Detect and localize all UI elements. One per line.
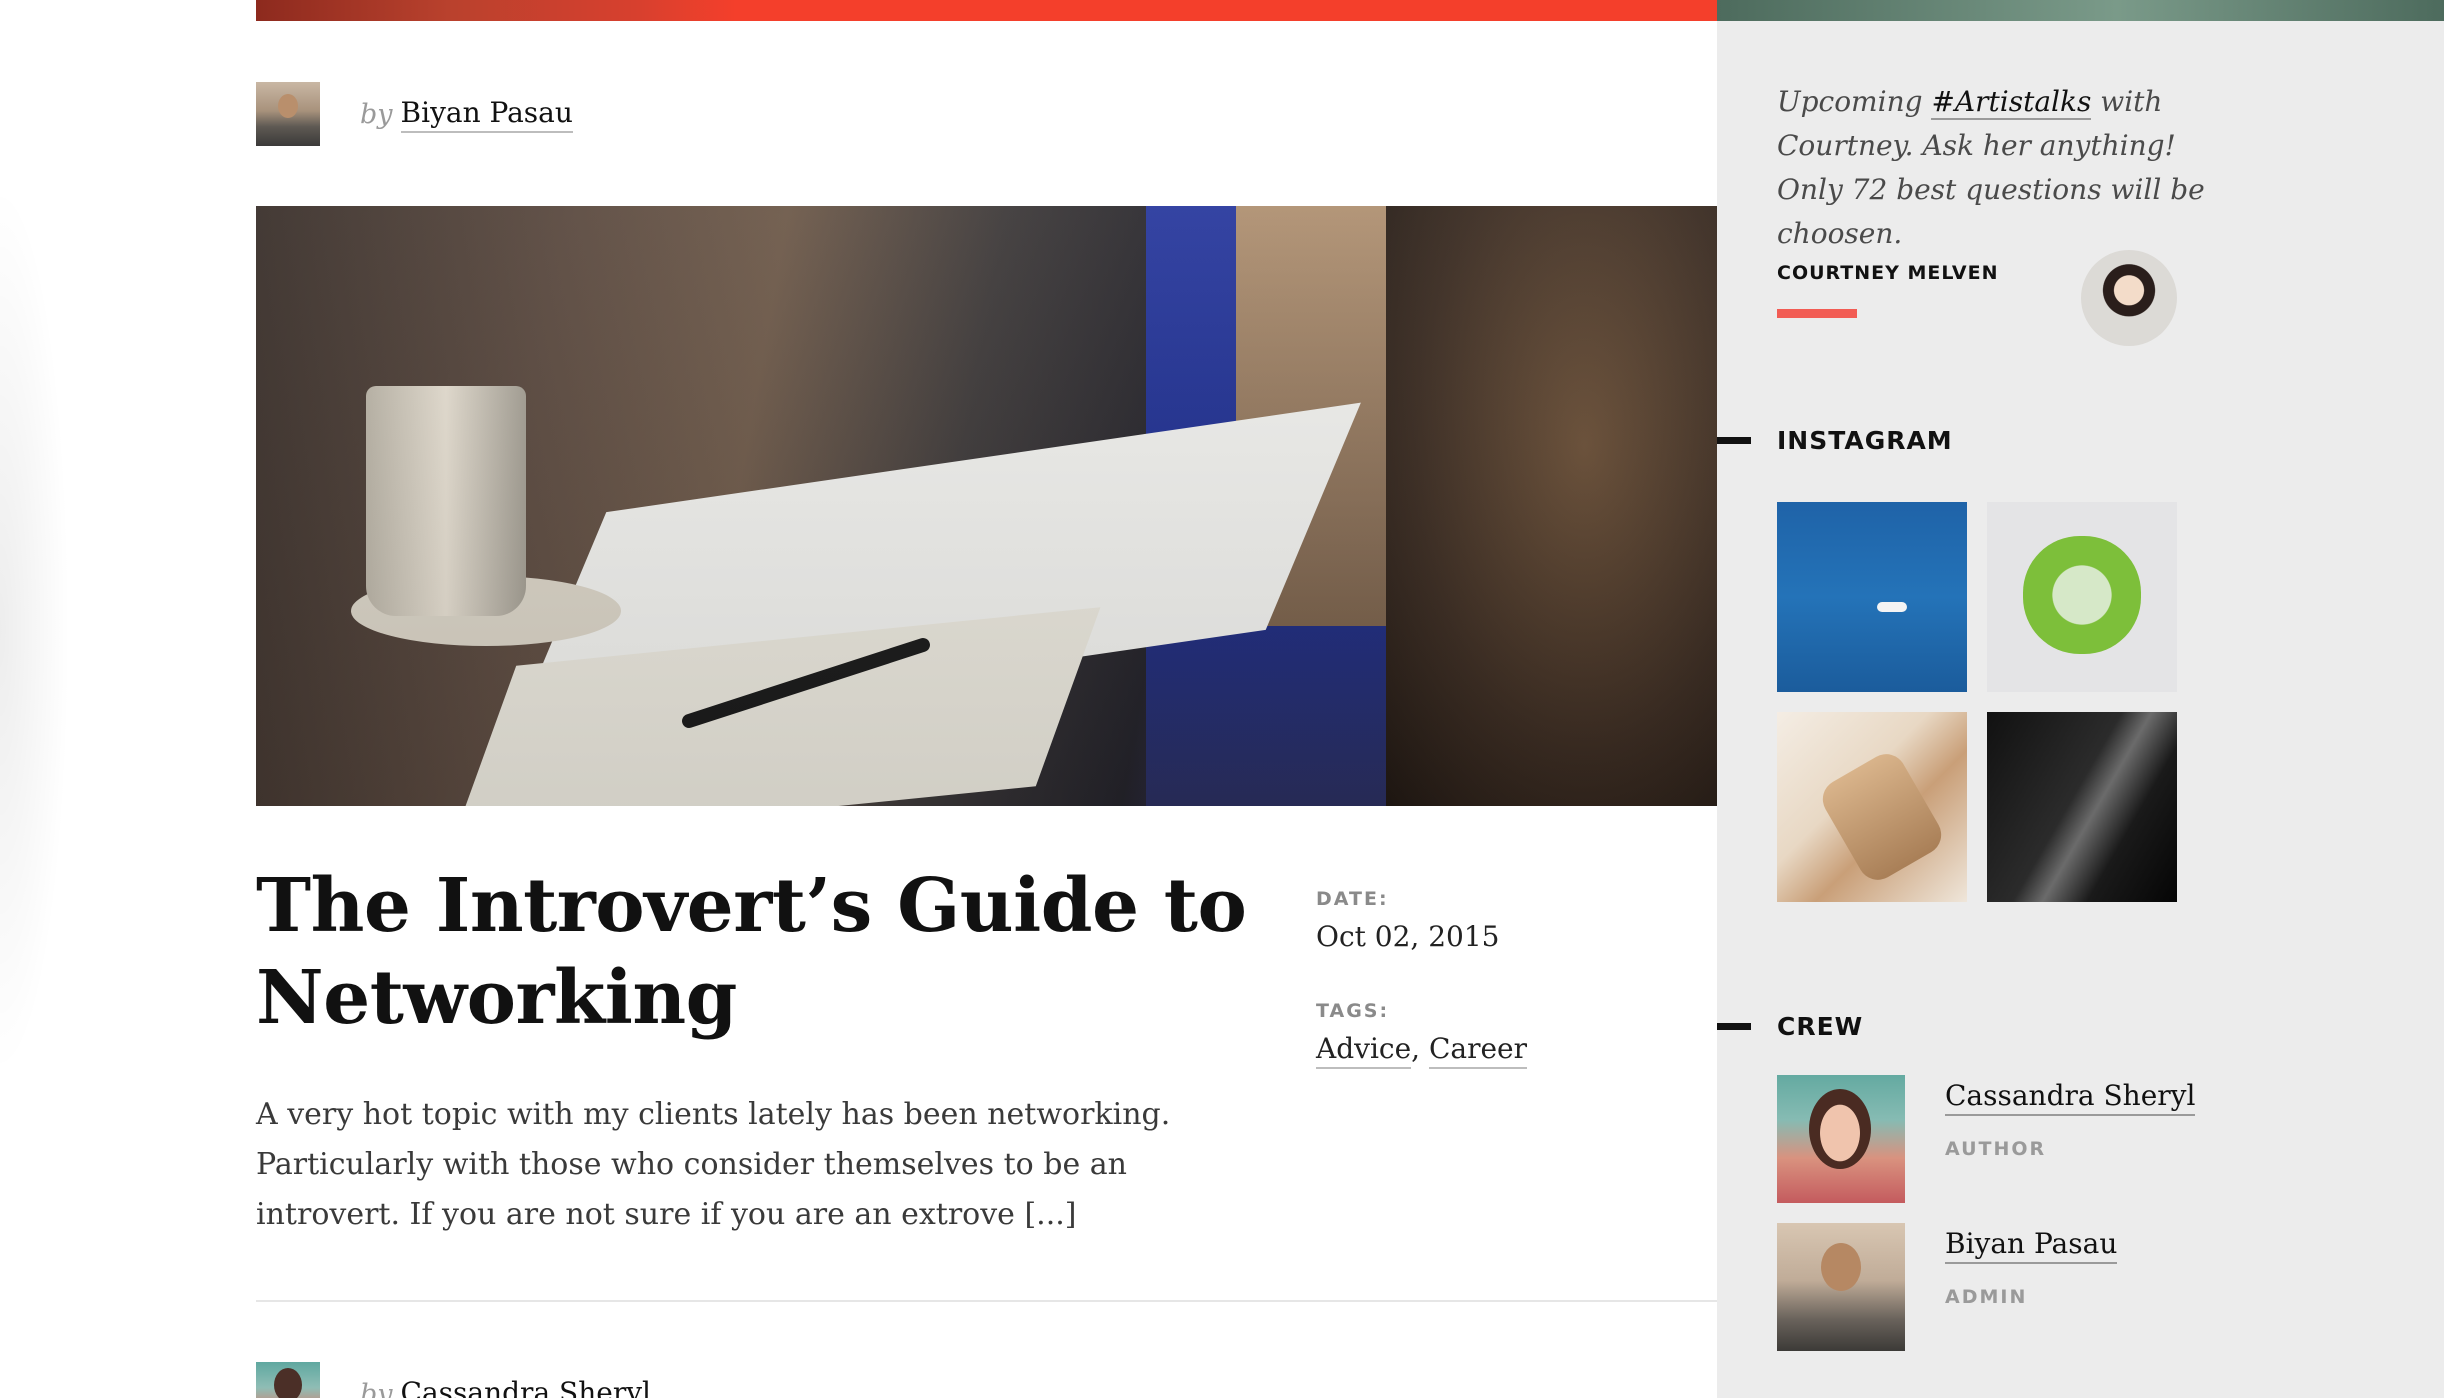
tag-separator: ,: [1411, 1032, 1421, 1065]
post-divider: [256, 1300, 1717, 1302]
crew-member: Cassandra Sheryl AUTHOR: [1777, 1075, 2196, 1203]
quote-accent-bar: [1777, 309, 1857, 318]
crew-name-link[interactable]: Biyan Pasau: [1945, 1227, 2118, 1264]
quote-author-avatar[interactable]: [2081, 250, 2177, 346]
crew-info: Biyan Pasau ADMIN: [1945, 1223, 2118, 1351]
sidebar-top-image-edge: [1717, 0, 2444, 21]
quote-text-before: Upcoming: [1777, 85, 1932, 118]
next-post-byline: by Cassandra Sheryl: [256, 1362, 651, 1398]
post-excerpt: A very hot topic with my clients lately …: [256, 1097, 1171, 1232]
sidebar-quote: Upcoming #Artistalks with Courtney. Ask …: [1777, 80, 2207, 256]
post-tags-block: TAGS: Advice, Career: [1316, 1000, 1528, 1069]
author-avatar[interactable]: [256, 82, 320, 146]
author-link[interactable]: Biyan Pasau: [400, 96, 573, 133]
quote-author-name: COURTNEY MELVEN: [1777, 262, 1999, 284]
by-label: by: [360, 1378, 393, 1398]
crew-avatar[interactable]: [1777, 1075, 1905, 1203]
section-dash: [1717, 1023, 1751, 1030]
instagram-photo-sea-boat[interactable]: [1777, 502, 1967, 692]
instagram-title: INSTAGRAM: [1777, 426, 1953, 455]
instagram-photo-bw-architecture[interactable]: [1987, 712, 2177, 902]
post-title[interactable]: The Introvert’s Guide to Networking: [256, 860, 1256, 1044]
previous-post-image-edge-left: [256, 0, 736, 21]
crew-section-header: CREW: [1717, 1012, 1863, 1041]
sidebar: Upcoming #Artistalks with Courtney. Ask …: [1717, 0, 2444, 1398]
date-label: DATE:: [1316, 888, 1389, 910]
instagram-section-header: INSTAGRAM: [1717, 426, 1953, 455]
post-date-block: DATE: Oct 02, 2015: [1316, 888, 1499, 953]
hero-overlay: [256, 206, 1717, 806]
author-avatar[interactable]: [256, 1362, 320, 1398]
tags-label: TAGS:: [1316, 1000, 1390, 1022]
instagram-photo-green-bowl[interactable]: [1987, 502, 2177, 692]
post-hero-image[interactable]: [256, 206, 1717, 806]
by-label: by: [360, 98, 393, 130]
post-date: Oct 02, 2015: [1316, 920, 1500, 953]
tag-link-advice[interactable]: Advice: [1316, 1032, 1412, 1069]
crew-avatar[interactable]: [1777, 1223, 1905, 1351]
crew-name-link[interactable]: Cassandra Sheryl: [1945, 1079, 2196, 1116]
crew-role: ADMIN: [1945, 1286, 2028, 1308]
post-byline: by Biyan Pasau: [256, 82, 573, 146]
crew-title: CREW: [1777, 1012, 1864, 1041]
author-link[interactable]: Cassandra Sheryl: [401, 1376, 651, 1398]
crew-role: AUTHOR: [1945, 1138, 2047, 1160]
hashtag-link[interactable]: #Artistalks: [1931, 85, 2092, 120]
tag-link-career[interactable]: Career: [1428, 1032, 1528, 1069]
instagram-photo-bottle[interactable]: [1777, 712, 1967, 902]
crew-info: Cassandra Sheryl AUTHOR: [1945, 1075, 2196, 1203]
section-dash: [1717, 437, 1751, 444]
crew-member: Biyan Pasau ADMIN: [1777, 1223, 2118, 1351]
tag-list: Advice, Career: [1316, 1032, 1528, 1069]
left-edge-shadow: [0, 180, 70, 1080]
